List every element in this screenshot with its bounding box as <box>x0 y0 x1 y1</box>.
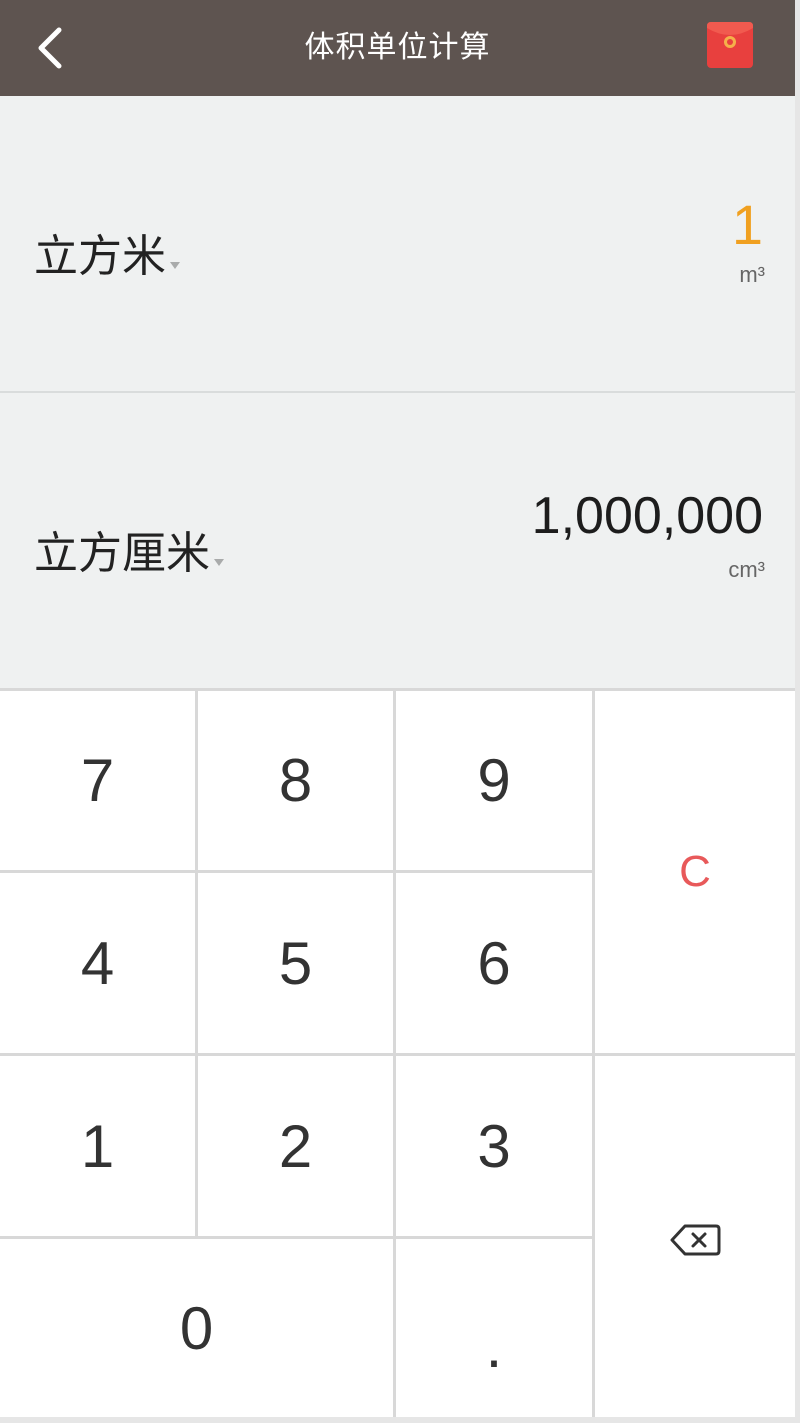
to-unit-symbol: cm³ <box>728 557 765 582</box>
back-button[interactable] <box>22 20 78 76</box>
key-decimal-label: . <box>485 1312 503 1380</box>
key-4[interactable]: 4 <box>0 873 195 1053</box>
to-unit-row[interactable]: 立方厘米 1,000,000 cm³ <box>0 393 795 688</box>
from-unit-symbol: m³ <box>739 262 765 287</box>
chevron-left-icon <box>38 27 62 69</box>
keypad: 7 8 9 4 5 6 1 2 3 0 . C <box>0 688 795 1417</box>
screen-edge-bottom <box>0 1417 800 1423</box>
clear-button[interactable]: C <box>595 691 795 1053</box>
to-unit-selector[interactable]: 立方厘米 <box>34 517 224 581</box>
app-root: 体积单位计算 立方米 1 m³ 立方厘米 1,000,000 cm³ 7 8 9… <box>0 0 795 1417</box>
from-unit-label: 立方米 <box>34 231 166 282</box>
key-7[interactable]: 7 <box>0 691 195 870</box>
from-unit-row[interactable]: 立方米 1 m³ <box>0 96 795 393</box>
dropdown-caret-icon <box>170 262 180 269</box>
red-packet-button[interactable] <box>705 20 755 70</box>
conversion-display: 立方米 1 m³ 立方厘米 1,000,000 cm³ <box>0 96 795 688</box>
page-title: 体积单位计算 <box>304 30 491 65</box>
key-2[interactable]: 2 <box>198 1056 393 1236</box>
key-5[interactable]: 5 <box>198 873 393 1053</box>
red-packet-icon <box>707 22 753 68</box>
key-1[interactable]: 1 <box>0 1056 195 1236</box>
from-unit-selector[interactable]: 立方米 <box>34 220 180 284</box>
to-unit-label: 立方厘米 <box>34 528 210 579</box>
dropdown-caret-icon <box>214 559 224 566</box>
to-value: 1,000,000 <box>531 487 763 545</box>
from-value: 1 <box>731 193 763 256</box>
backspace-icon <box>670 1224 721 1255</box>
key-8[interactable]: 8 <box>198 691 393 870</box>
key-0[interactable]: 0 <box>0 1239 393 1417</box>
title-bar: 体积单位计算 <box>0 0 795 96</box>
key-decimal[interactable]: . <box>396 1239 592 1417</box>
screen-edge-right <box>795 0 800 1423</box>
key-9[interactable]: 9 <box>396 691 592 870</box>
key-6[interactable]: 6 <box>396 873 592 1053</box>
backspace-button[interactable] <box>595 1056 795 1417</box>
key-3[interactable]: 3 <box>396 1056 592 1236</box>
